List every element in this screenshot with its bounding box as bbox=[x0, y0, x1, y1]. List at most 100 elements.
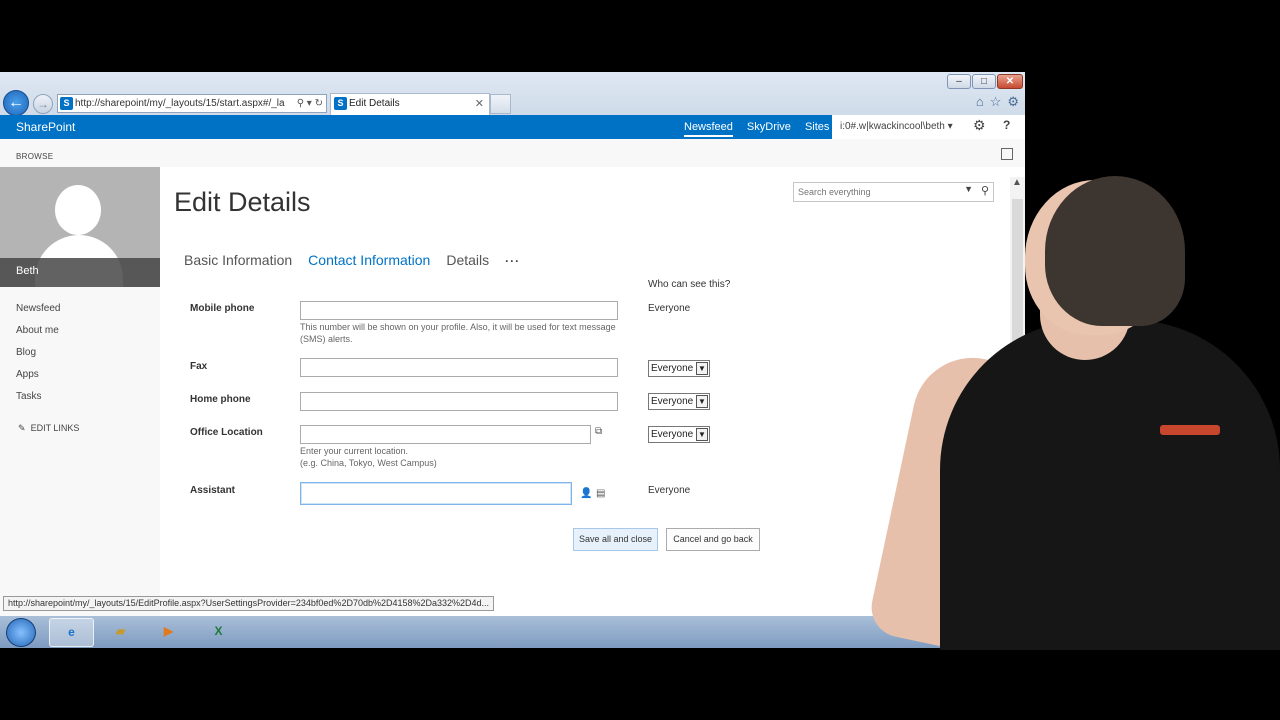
address-book-icon[interactable]: ▤ bbox=[596, 488, 605, 499]
save-all-and-close-button[interactable]: Save all and close bbox=[573, 528, 658, 551]
dropdown-icon[interactable]: ▾ bbox=[307, 98, 312, 109]
chevron-down-icon: ▼ bbox=[696, 362, 708, 375]
nav-item-newsfeed[interactable]: Newsfeed bbox=[16, 303, 60, 325]
quick-launch: Newsfeed About me Blog Apps Tasks bbox=[16, 303, 60, 413]
start-button[interactable] bbox=[6, 618, 36, 647]
mobile-phone-privacy: Everyone bbox=[648, 303, 691, 314]
presenter-shirt-shape bbox=[940, 320, 1280, 650]
close-button[interactable]: ✕ bbox=[997, 74, 1023, 89]
presenter-video bbox=[800, 170, 1280, 654]
office-location-privacy-value: Everyone bbox=[651, 429, 694, 440]
suite-links: Newsfeed SkyDrive Sites bbox=[684, 115, 829, 139]
excel-icon[interactable]: X bbox=[196, 618, 241, 647]
privacy-column-header: Who can see this? bbox=[648, 279, 731, 290]
address-actions: ⚲ ▾ ↻ bbox=[293, 95, 323, 112]
focus-on-content-icon[interactable] bbox=[1001, 148, 1013, 160]
media-player-icon[interactable]: ▶ bbox=[146, 618, 191, 647]
office-location-help-line2: (e.g. China, Tokyo, West Campus) bbox=[300, 458, 437, 468]
home-phone-privacy-select[interactable]: Everyone ▼ bbox=[648, 393, 710, 410]
office-location-field[interactable] bbox=[300, 425, 591, 444]
address-bar[interactable]: S http://sharepoint/my/_layouts/15/start… bbox=[57, 94, 327, 113]
back-button[interactable]: ← bbox=[3, 90, 29, 116]
ribbon-tab-browse[interactable]: BROWSE bbox=[16, 152, 53, 161]
address-url: http://sharepoint/my/_layouts/15/start.a… bbox=[75, 98, 285, 109]
suite-link-newsfeed[interactable]: Newsfeed bbox=[684, 115, 733, 137]
more-tabs-icon[interactable]: ··· bbox=[505, 252, 520, 270]
home-icon[interactable]: ⌂ bbox=[976, 94, 984, 110]
status-bar-url: http://sharepoint/my/_layouts/15/EditPro… bbox=[3, 596, 495, 611]
suite-link-sites[interactable]: Sites bbox=[805, 115, 829, 139]
avatar[interactable]: Beth bbox=[0, 167, 160, 287]
assistant-field[interactable] bbox=[300, 482, 572, 505]
fax-field[interactable] bbox=[300, 358, 618, 377]
suite-link-skydrive[interactable]: SkyDrive bbox=[747, 115, 791, 139]
pencil-icon: ✎ bbox=[18, 423, 26, 433]
home-phone-label: Home phone bbox=[190, 394, 251, 405]
fax-privacy-value: Everyone bbox=[651, 363, 694, 374]
search-icon[interactable]: ⚲ bbox=[297, 98, 304, 109]
home-phone-privacy-value: Everyone bbox=[651, 396, 694, 407]
fax-privacy-select[interactable]: Everyone ▼ bbox=[648, 360, 710, 377]
avatar-name-bar: Beth bbox=[0, 258, 160, 287]
mobile-phone-help: This number will be shown on your profil… bbox=[300, 322, 616, 344]
cancel-and-go-back-button[interactable]: Cancel and go back bbox=[666, 528, 760, 551]
internet-explorer-icon[interactable]: e bbox=[49, 618, 94, 647]
browser-tools: ⌂ ☆ ⚙ bbox=[976, 94, 1019, 110]
nav-item-tasks[interactable]: Tasks bbox=[16, 391, 60, 413]
chevron-down-icon: ▼ bbox=[696, 428, 708, 441]
profile-tabs: Basic Information Contact Information De… bbox=[184, 252, 520, 270]
ribbon: BROWSE bbox=[0, 139, 1025, 167]
maximize-button[interactable]: □ bbox=[972, 74, 996, 89]
office-location-privacy-select[interactable]: Everyone ▼ bbox=[648, 426, 710, 443]
tab-details[interactable]: Details bbox=[446, 252, 489, 270]
presenter-hair-shape bbox=[1045, 176, 1185, 326]
brand-logo[interactable]: SharePoint bbox=[16, 115, 75, 139]
favorites-star-icon[interactable]: ☆ bbox=[990, 94, 1002, 110]
tools-gear-icon[interactable]: ⚙ bbox=[1007, 94, 1019, 110]
mobile-phone-label: Mobile phone bbox=[190, 303, 255, 314]
fax-label: Fax bbox=[190, 361, 208, 372]
file-explorer-icon[interactable]: ▰ bbox=[98, 618, 143, 647]
sharepoint-favicon-icon: S bbox=[60, 97, 73, 110]
left-navigation: Beth Newsfeed About me Blog Apps Tasks ✎… bbox=[0, 167, 160, 617]
settings-gear-icon[interactable]: ⚙ bbox=[973, 117, 986, 134]
tab-contact-information[interactable]: Contact Information bbox=[308, 252, 430, 270]
nav-item-blog[interactable]: Blog bbox=[16, 347, 60, 369]
tab-basic-information[interactable]: Basic Information bbox=[184, 252, 292, 270]
new-tab-button[interactable] bbox=[490, 94, 511, 114]
nav-item-about-me[interactable]: About me bbox=[16, 325, 60, 347]
browser-tab[interactable]: S Edit Details ✕ bbox=[330, 93, 490, 115]
help-icon[interactable]: ? bbox=[1003, 118, 1010, 132]
tab-title: Edit Details bbox=[349, 98, 400, 109]
arrow-right-icon: → bbox=[37, 97, 49, 111]
edit-links[interactable]: ✎ EDIT LINKS bbox=[18, 423, 79, 434]
arrow-left-icon: ← bbox=[8, 94, 24, 111]
nav-item-apps[interactable]: Apps bbox=[16, 369, 60, 391]
assistant-privacy: Everyone bbox=[648, 485, 691, 496]
assistant-label: Assistant bbox=[190, 485, 236, 496]
office-location-help-line1: Enter your current location. bbox=[300, 446, 409, 456]
browser-titlebar: – □ ✕ ← → S http://sharepoint/my/_layout… bbox=[0, 72, 1025, 116]
screen: – □ ✕ ← → S http://sharepoint/my/_layout… bbox=[0, 0, 1280, 720]
minimize-button[interactable]: – bbox=[947, 74, 971, 89]
forward-button[interactable]: → bbox=[33, 94, 53, 114]
home-phone-field[interactable] bbox=[300, 392, 618, 411]
refresh-icon[interactable]: ↻ bbox=[315, 98, 323, 109]
office-location-help: Enter your current location. (e.g. China… bbox=[300, 445, 620, 469]
user-menu[interactable]: i:0#.w|kwackincool\beth ▾ ⚙ ? bbox=[832, 115, 1025, 139]
page-title: Edit Details bbox=[174, 187, 311, 217]
user-name: i:0#.w|kwackincool\beth ▾ bbox=[840, 121, 953, 132]
suite-bar: SharePoint Newsfeed SkyDrive Sites i:0#.… bbox=[0, 115, 1025, 139]
chevron-down-icon: ▼ bbox=[696, 395, 708, 408]
edit-links-label: EDIT LINKS bbox=[30, 423, 80, 433]
window-controls: – □ ✕ bbox=[947, 74, 1023, 89]
location-picker-icon[interactable]: ⧉ bbox=[595, 426, 602, 437]
shirt-logo-icon bbox=[1160, 425, 1220, 435]
tab-close-icon[interactable]: ✕ bbox=[475, 94, 484, 114]
check-names-icon[interactable]: 👤 bbox=[580, 488, 592, 499]
avatar-head-shape bbox=[55, 185, 101, 235]
mobile-phone-field[interactable] bbox=[300, 301, 618, 320]
profile-name: Beth bbox=[16, 265, 39, 277]
sharepoint-favicon-icon: S bbox=[334, 97, 347, 110]
office-location-label: Office Location bbox=[190, 427, 263, 438]
